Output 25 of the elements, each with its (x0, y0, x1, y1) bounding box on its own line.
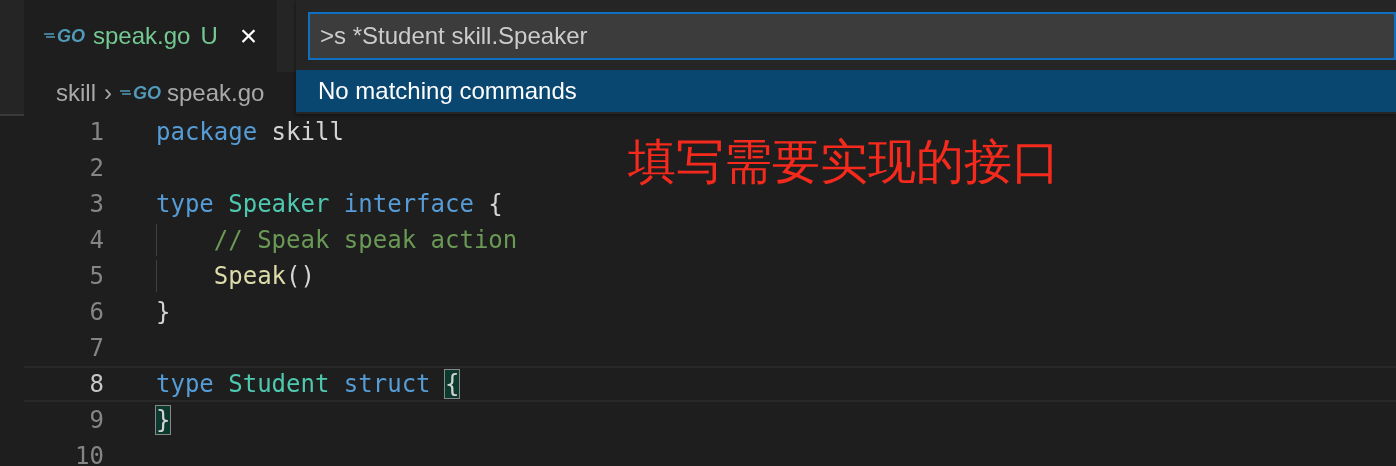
breadcrumb-item[interactable]: speak.go (167, 79, 265, 107)
line-number: 9 (88, 406, 104, 434)
line-number: 5 (88, 262, 104, 290)
command-input[interactable]: >s *Student skill.Speaker (308, 12, 1396, 60)
code-line: // Speak speak action (212, 226, 518, 254)
close-icon[interactable]: × (239, 21, 258, 51)
line-number: 10 (74, 442, 104, 466)
annotation-text: 填写需要实现的接口 (628, 132, 1060, 191)
line-number: 2 (88, 154, 104, 182)
code-line: type Speaker interface { (156, 190, 503, 218)
code-line: Speak() (212, 262, 315, 290)
git-status-label: U (200, 22, 218, 50)
line-number: 8 (88, 370, 104, 398)
line-number: 3 (88, 190, 104, 218)
command-result[interactable]: No matching commands (296, 70, 1396, 112)
editor-tab[interactable]: GO speak.go U × (24, 0, 278, 72)
code-line: package skill (156, 118, 344, 146)
line-number: 4 (88, 226, 104, 254)
line-number: 6 (88, 298, 104, 326)
breadcrumb-separator: › (104, 79, 112, 107)
code-line: type Student struct { (156, 370, 460, 398)
line-number: 7 (88, 334, 104, 362)
breadcrumb-item[interactable]: skill (56, 79, 96, 107)
code-line: } (156, 298, 171, 326)
line-number: 1 (88, 118, 104, 146)
